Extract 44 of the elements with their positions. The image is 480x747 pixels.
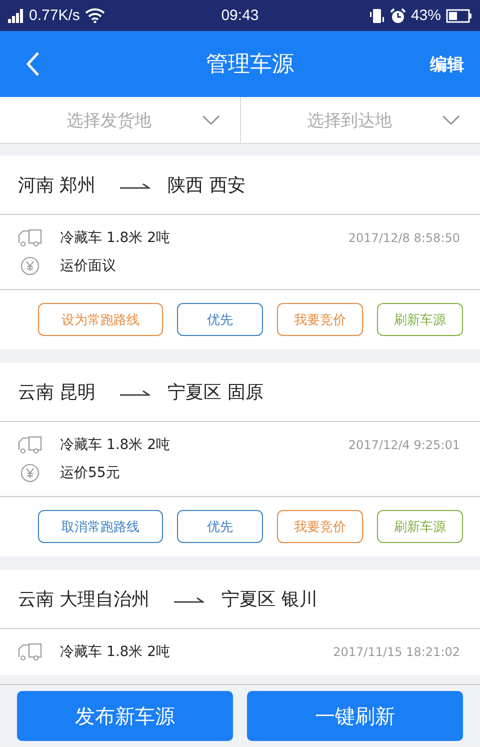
signal-icon xyxy=(8,8,24,22)
chevron-down-icon xyxy=(442,115,460,125)
destination-text: 宁夏区 银川 xyxy=(222,588,318,611)
wifi-icon xyxy=(84,8,105,23)
action-button[interactable]: 我要竞价 xyxy=(277,303,363,336)
post-time: 2017/11/15 18:21:02 xyxy=(333,645,460,659)
yen-icon xyxy=(20,256,40,276)
chevron-down-icon xyxy=(202,115,220,125)
origin-text: 河南 郑州 xyxy=(18,174,96,197)
page-title: 管理车源 xyxy=(206,51,294,79)
action-button[interactable]: 刷新车源 xyxy=(377,303,463,336)
action-button[interactable]: 优先 xyxy=(177,303,263,336)
vehicle-info: 冷藏车 1.8米 2吨 xyxy=(60,229,170,247)
truck-icon xyxy=(18,643,42,661)
alarm-icon xyxy=(390,8,406,24)
back-icon[interactable] xyxy=(26,51,40,77)
freight-price: 运价面议 xyxy=(60,257,116,275)
primary-button[interactable]: 发布新车源 xyxy=(17,691,233,741)
origin-text: 云南 昆明 xyxy=(18,381,96,404)
battery-percent: 43% xyxy=(410,7,441,24)
action-button[interactable]: 刷新车源 xyxy=(377,510,463,543)
vehicle-info: 冷藏车 1.8米 2吨 xyxy=(60,436,170,454)
edit-button[interactable]: 编辑 xyxy=(430,52,464,76)
truck-icon xyxy=(18,229,42,247)
vehicle-info: 冷藏车 1.8米 2吨 xyxy=(60,643,170,661)
network-speed: 0.77K/s xyxy=(29,7,80,24)
action-button[interactable]: 设为常跑路线 xyxy=(38,303,163,336)
truck-icon xyxy=(18,436,42,454)
action-button[interactable]: 取消常跑路线 xyxy=(38,510,163,543)
action-button[interactable]: 优先 xyxy=(177,510,263,543)
destination-text: 陕西 西安 xyxy=(168,174,246,197)
battery-icon xyxy=(446,8,472,22)
vibrate-icon xyxy=(368,8,385,24)
yen-icon xyxy=(20,463,40,483)
action-button[interactable]: 我要竞价 xyxy=(277,510,363,543)
clock: 09:43 xyxy=(221,7,259,24)
location-dropdown[interactable]: 选择到达地 xyxy=(240,97,480,143)
destination-text: 宁夏区 固原 xyxy=(168,381,264,404)
primary-button[interactable]: 一键刷新 xyxy=(247,691,463,741)
freight-price: 运价55元 xyxy=(60,464,120,482)
origin-text: 云南 大理自治州 xyxy=(18,588,150,611)
post-time: 2017/12/8 8:58:50 xyxy=(348,231,460,245)
location-dropdown[interactable]: 选择发货地 xyxy=(0,97,240,143)
post-time: 2017/12/4 9:25:01 xyxy=(348,438,460,452)
